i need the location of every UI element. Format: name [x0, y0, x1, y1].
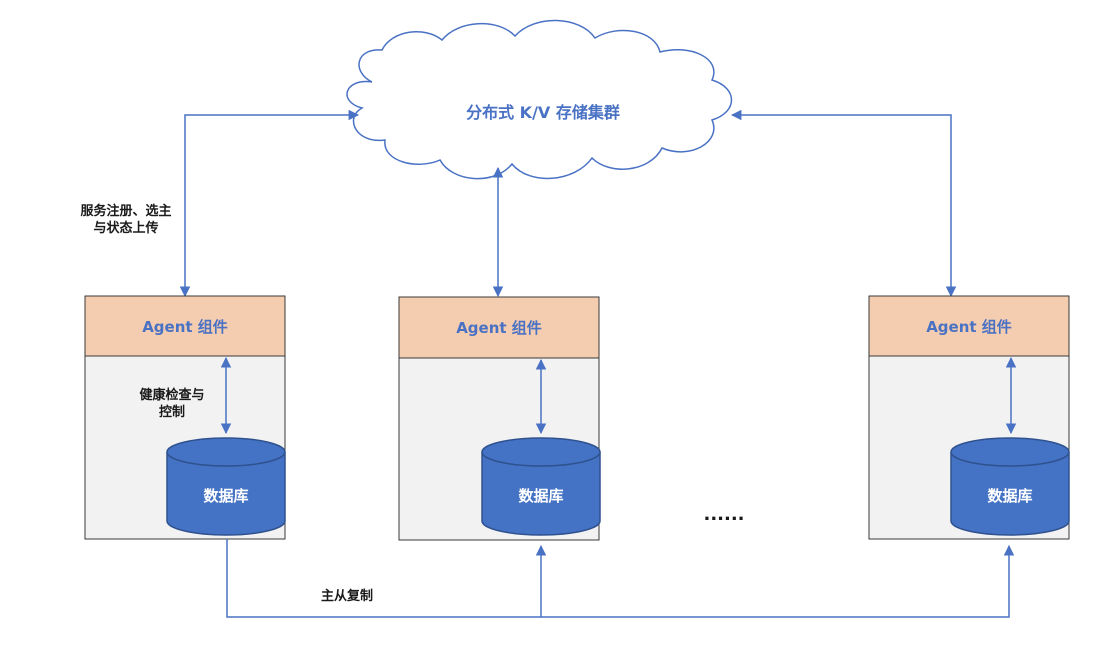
more-nodes-ellipsis: ...... — [703, 504, 744, 525]
node-3-database: 数据库 — [950, 437, 1070, 536]
node-2-db-label: 数据库 — [518, 487, 563, 505]
node-3: Agent 组件 数据库 — [868, 295, 1070, 540]
db-1-top — [166, 437, 286, 467]
node-2: Agent 组件 数据库 — [398, 296, 601, 541]
node-3-db-label: 数据库 — [987, 487, 1032, 505]
replication-label: 主从复制 — [321, 588, 373, 604]
register-label-line2: 与状态上传 — [93, 220, 158, 236]
node-1-agent-label: Agent 组件 — [142, 318, 228, 336]
health-label-line1: 健康检查与 — [139, 387, 204, 403]
register-connector-left — [179, 109, 360, 298]
register-connector-right — [730, 109, 957, 298]
db-3-top — [950, 437, 1070, 467]
node-1: Agent 组件 健康检查与 控制 数据库 — [84, 295, 286, 540]
register-label-line1: 服务注册、选主 — [80, 203, 171, 219]
node-1-database: 数据库 — [166, 437, 286, 536]
cluster-label: 分布式 K/V 存储集群 — [466, 103, 620, 122]
cloud-shape — [346, 19, 733, 180]
node-2-database: 数据库 — [481, 437, 601, 536]
db-2-top — [481, 437, 601, 467]
replication-line-main — [226, 539, 1015, 618]
node-2-agent-label: Agent 组件 — [456, 319, 542, 337]
health-label-line2: 控制 — [159, 404, 185, 420]
architecture-diagram: 分布式 K/V 存储集群 服务注册、选主 与状态上传 Agent 组件 健康检查… — [80, 19, 1070, 618]
node-1-db-label: 数据库 — [203, 487, 248, 505]
kv-cluster-cloud: 分布式 K/V 存储集群 — [346, 19, 733, 180]
node-3-agent-label: Agent 组件 — [926, 318, 1012, 336]
